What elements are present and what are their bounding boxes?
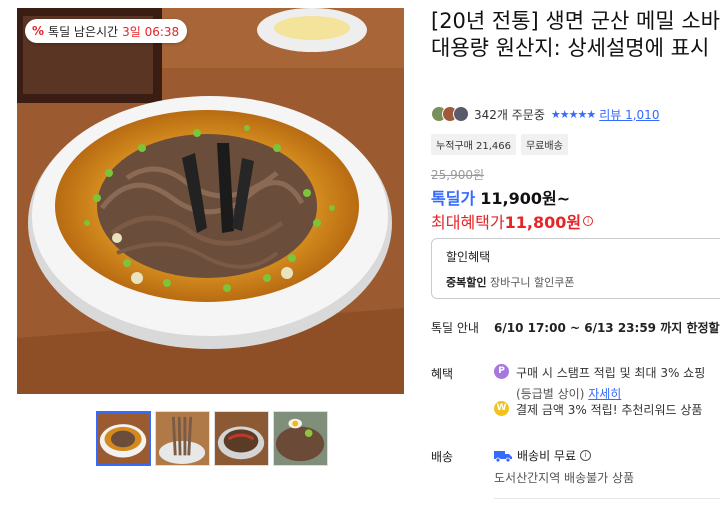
info-icon[interactable]: i [583,216,594,226]
benefit-stamp-sub: (등급별 상이) [516,387,585,401]
thumbnail-noodle-lift-image [156,412,209,465]
deal-info-label: 톡딜 안내 [431,321,479,335]
benefit-detail-link[interactable]: 자세히 [588,387,621,401]
cumulative-purchase-chip: 누적구매 21,466 [431,134,516,155]
rating-row: 342개 주문중 ★★★★★ 리뷰 1,010 [431,104,659,124]
shipping-schedule-row[interactable]: ... [494,498,720,511]
shipping-fee-row: 배송비 무료 i [494,447,592,464]
review-count-link[interactable]: 리뷰 1,010 [599,106,659,123]
shipping-fee-text: 배송비 무료 [517,449,577,463]
info-icon[interactable]: i [580,450,592,461]
thumbnail-spicy-bowl-image [215,412,268,465]
max-benefit-value: 11,800원 [504,213,582,232]
discount-box-header: 할인혜택 [446,250,491,264]
percent-icon: % [32,24,45,38]
avatar [453,106,469,122]
deal-countdown-label: 톡딜 남은시간 [48,24,119,39]
product-chips: 누적구매 21,466 무료배송 [431,134,568,155]
star-icon: ★★★★★ [550,107,596,121]
main-product-image[interactable] [17,8,404,394]
free-shipping-chip: 무료배송 [520,134,568,155]
thumbnail-strip [96,411,328,466]
thumbnail-3[interactable] [214,411,269,466]
deal-price-label: 톡딜가 [431,189,476,208]
discount-item-label: 중복할인 [446,276,487,289]
max-benefit-label: 최대혜택가 [431,213,505,232]
truck-icon [494,450,512,462]
deal-price-value: 11,900원~ [480,189,571,208]
discount-item-text: 장바구니 할인쿠폰 [489,276,575,289]
deal-price-row: 톡딜가 11,900원~ [431,185,570,209]
soba-bowl-photo [17,8,404,394]
benefit-label: 혜택 [431,367,454,381]
benefit-reward-text: 결제 금액 3% 적립! 추천리워드 상품 [516,403,703,417]
thumbnail-2[interactable] [155,411,210,466]
benefit-stamp-text: 구매 시 스탬프 적립 및 최대 3% 쇼핑 [516,366,706,380]
benefit-stamp-point: P 구매 시 스탬프 적립 및 최대 3% 쇼핑 (등급별 상이) 자세히 [494,364,705,402]
shipping-schedule-text: ... [506,504,517,511]
benefit-reward: W 결제 금액 3% 적립! 추천리워드 상품 [494,401,702,418]
thumbnail-bowl-image [98,413,149,464]
thumbnail-1[interactable] [96,411,151,466]
deal-info-period: 6/10 17:00 ~ 6/13 23:59 까지 한정할인 [494,321,720,335]
buyer-avatars [431,106,469,122]
shipping-label: 배송 [431,450,454,464]
point-coin-icon: P [494,364,509,379]
thumbnail-plated-soba-image [274,412,327,465]
max-benefit-price-row: 최대혜택가 11,800원 i [431,209,594,233]
thumbnail-4[interactable] [273,411,328,466]
original-price: 25,900원 [431,168,485,182]
order-count: 342개 주문중 [474,107,545,122]
discount-benefit-box[interactable]: 할인혜택 중복할인 장바구니 할인쿠폰 [431,238,720,299]
deal-countdown-time: 3일 06:38 [122,24,180,39]
discount-box-item: 중복할인 장바구니 할인쿠폰 [446,274,720,290]
deal-countdown-badge: % 톡딜 남은시간 3일 06:38 [25,19,188,43]
shipping-restriction-note: 도서산간지역 배송불가 상품 [494,471,635,485]
reward-coin-icon: W [494,401,509,416]
product-title: [20년 전통] 생면 군산 메밀 소바 대용량 원산지: 상세설명에 표시 [431,9,720,60]
